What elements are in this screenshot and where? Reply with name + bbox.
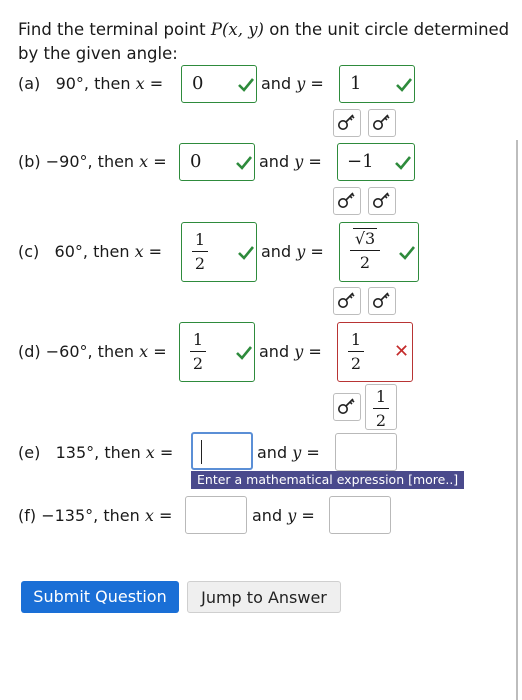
part-d-y-correct-answer: 12 [373, 387, 389, 430]
part-b-label: (b) −90°, then x = [18, 152, 167, 171]
check-icon [238, 246, 255, 260]
part-b-x-key-button[interactable] [333, 187, 361, 215]
part-a-x-value: 0 [192, 73, 204, 94]
key-icon [373, 192, 390, 208]
key-icon [338, 398, 355, 414]
cross-icon: ✕ [394, 341, 410, 362]
part-d-label: (d) −60°, then x = [18, 342, 167, 361]
key-icon [338, 292, 355, 308]
key-icon [373, 292, 390, 308]
part-e-label: (e) 135°, then x = [18, 443, 174, 462]
question-prompt: Find the terminal point P(x, y) on the u… [18, 18, 513, 66]
part-d-y-label: and y = [259, 342, 322, 361]
part-a-x-input[interactable]: 0 [181, 65, 257, 103]
key-icon [338, 114, 355, 130]
part-f-y-label: and y = [252, 506, 315, 525]
key-icon [373, 114, 390, 130]
input-help-tooltip: Enter a mathematical expression [more..] [191, 471, 465, 489]
check-icon [236, 346, 253, 360]
check-icon [236, 156, 253, 170]
part-e-y-input[interactable] [335, 433, 397, 471]
part-c-y-key-button[interactable] [368, 287, 396, 315]
part-d-x-key-button[interactable] [333, 393, 361, 421]
part-b-y-value: −1 [347, 151, 374, 172]
part-a-y-key-button[interactable] [368, 109, 396, 137]
part-a-x-key-button[interactable] [333, 109, 361, 137]
part-b-y-label: and y = [259, 152, 322, 171]
part-a-y-label: and y = [261, 74, 324, 93]
part-a-label: (a) 90°, then x = [18, 74, 164, 93]
part-c-y-input[interactable]: √3 2 [339, 222, 419, 282]
part-c-x-input[interactable]: 12 [181, 222, 257, 282]
part-c-y-label: and y = [261, 242, 324, 261]
text-cursor [201, 440, 202, 464]
part-d-x-fraction: 12 [190, 330, 206, 373]
prompt-point-expression: P(x, y) [210, 20, 264, 39]
part-b-y-input[interactable]: −1 [337, 143, 415, 181]
part-e-y-label: and y = [257, 443, 320, 462]
part-c-y-fraction: √3 2 [350, 228, 380, 272]
part-d-y-input[interactable]: 12 ✕ [337, 322, 413, 382]
key-icon [338, 192, 355, 208]
check-icon [396, 78, 413, 92]
part-a-y-value: 1 [350, 73, 362, 94]
part-c-label: (c) 60°, then x = [18, 242, 163, 261]
jump-to-answer-button[interactable]: Jump to Answer [187, 581, 341, 613]
part-c-x-fraction: 12 [192, 230, 208, 273]
part-b-x-value: 0 [190, 151, 202, 172]
check-icon [395, 156, 412, 170]
part-f-label: (f) −135°, then x = [18, 506, 173, 525]
part-d-y-fraction: 12 [348, 330, 364, 373]
prompt-text-start: Find the terminal point [18, 20, 211, 39]
part-a-y-input[interactable]: 1 [339, 65, 415, 103]
part-b-y-key-button[interactable] [368, 187, 396, 215]
part-d-x-input[interactable]: 12 [179, 322, 255, 382]
part-b-x-input[interactable]: 0 [179, 143, 255, 181]
check-icon [238, 78, 255, 92]
part-c-x-key-button[interactable] [333, 287, 361, 315]
part-f-x-input[interactable] [185, 496, 247, 534]
check-icon [399, 246, 416, 260]
part-d-y-answer-button[interactable]: 12 [365, 384, 397, 430]
scrollbar[interactable] [516, 140, 518, 700]
part-f-y-input[interactable] [329, 496, 391, 534]
submit-question-button[interactable]: Submit Question [21, 581, 179, 613]
